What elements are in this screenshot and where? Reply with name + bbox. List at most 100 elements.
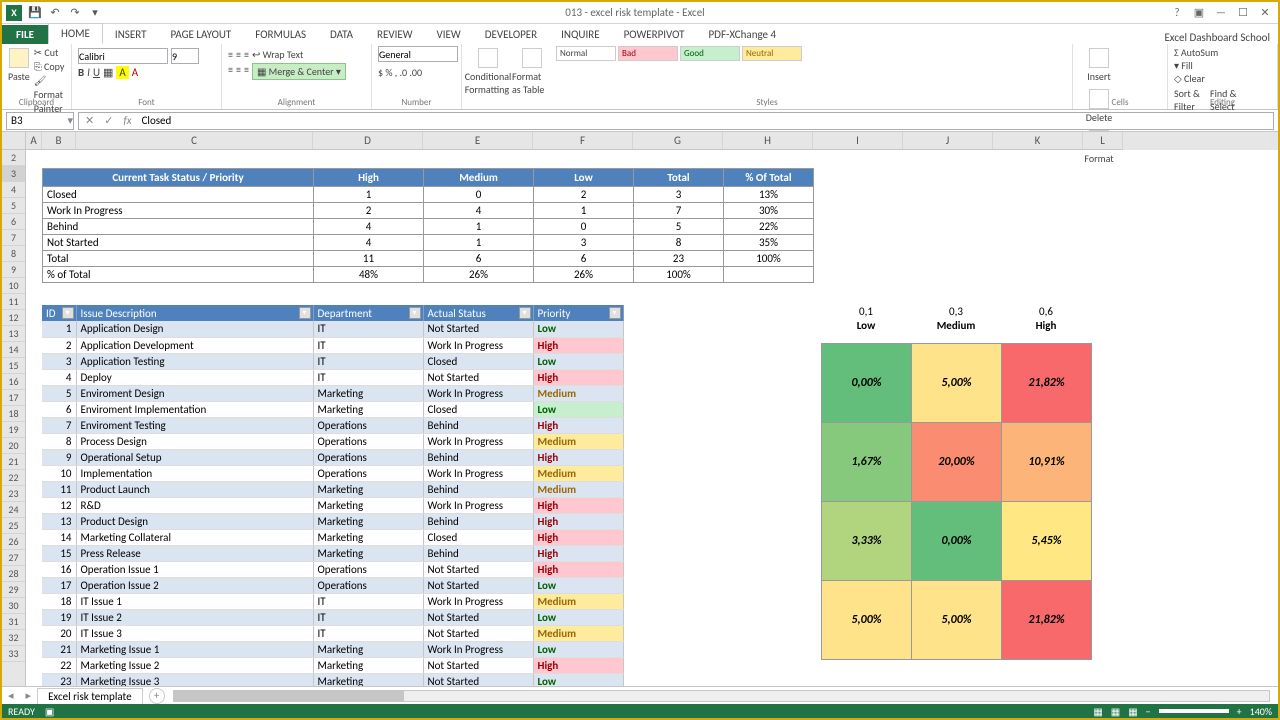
table-row[interactable]: 4DeployITNot StartedHigh — [42, 369, 623, 385]
table-row[interactable]: 12R&DMarketingWork In ProgressHigh — [42, 497, 623, 513]
view-layout-icon[interactable]: ▦ — [1111, 705, 1120, 718]
table-row[interactable]: 14Marketing CollateralMarketingClosedHig… — [42, 529, 623, 545]
number-format-select[interactable] — [378, 46, 458, 62]
ribbon-tab-view[interactable]: VIEW — [425, 25, 473, 44]
fill-button[interactable]: ▾ Fill — [1174, 59, 1271, 72]
qat-dropdown-icon[interactable]: ▾ — [88, 6, 102, 20]
align-right-icon[interactable]: ≡ — [244, 63, 249, 80]
table-row[interactable]: 1Application DesignITNot StartedLow — [42, 321, 623, 337]
table-row[interactable]: 22Marketing Issue 2MarketingNot StartedH… — [42, 657, 623, 673]
ribbon-tab-page-layout[interactable]: PAGE LAYOUT — [158, 25, 243, 44]
ribbon-tab-powerpivot[interactable]: POWERPIVOT — [612, 25, 697, 44]
table-row[interactable]: 11Product LaunchMarketingBehindMedium — [42, 481, 623, 497]
school-link[interactable]: Excel Dashboard School — [1164, 31, 1278, 44]
horizontal-scrollbar[interactable] — [173, 690, 1270, 702]
filter-dropdown-icon[interactable]: ▾ — [62, 307, 74, 319]
ribbon-tab-formulas[interactable]: FORMULAS — [243, 25, 318, 44]
zoom-in-icon[interactable]: + — [1237, 705, 1242, 718]
cond-format-button[interactable]: Conditional Formatting — [468, 46, 508, 96]
formula-input[interactable]: Closed — [142, 114, 172, 127]
ribbon-tab-developer[interactable]: DEVELOPER — [473, 25, 549, 44]
sheet-nav-prev-icon[interactable]: ◂ — [2, 689, 20, 702]
table-row[interactable]: 19IT Issue 2ITNot StartedLow — [42, 609, 623, 625]
dec-decimal-icon[interactable]: .00 — [409, 66, 422, 79]
sheet-tab[interactable]: Excel risk template — [37, 688, 143, 704]
ribbon-tab-data[interactable]: DATA — [318, 25, 365, 44]
style-normal[interactable]: Normal — [556, 46, 616, 61]
ribbon-display-icon[interactable]: ▣ — [1190, 6, 1208, 19]
table-row[interactable]: 10ImplementationOperationsWork In Progre… — [42, 465, 623, 481]
clear-button[interactable]: ◇ Clear — [1174, 72, 1271, 85]
style-good[interactable]: Good — [680, 46, 740, 61]
table-row[interactable]: 16Operation Issue 1OperationsNot Started… — [42, 561, 623, 577]
copy-button[interactable]: ⎘ Copy — [34, 60, 65, 74]
zoom-out-icon[interactable]: − — [1146, 705, 1151, 718]
minimize-icon[interactable]: — — [1212, 6, 1230, 19]
row-headers[interactable]: 2345678910111213141516171819202122232425… — [2, 150, 26, 690]
table-row[interactable]: 21Marketing Issue 1MarketingWork In Prog… — [42, 641, 623, 657]
view-break-icon[interactable]: ▦ — [1128, 705, 1137, 718]
align-top-icon[interactable]: ≡ — [228, 48, 233, 61]
table-row[interactable]: 15Press ReleaseMarketingBehindHigh — [42, 545, 623, 561]
style-neutral[interactable]: Neutral — [742, 46, 802, 61]
font-name-input[interactable] — [78, 48, 168, 64]
filter-dropdown-icon[interactable]: ▾ — [299, 307, 311, 319]
zoom-slider[interactable] — [1159, 709, 1229, 713]
help-icon[interactable]: ? — [1168, 6, 1186, 19]
filter-dropdown-icon[interactable]: ▾ — [409, 307, 421, 319]
align-left-icon[interactable]: ≡ — [228, 63, 233, 80]
cancel-icon[interactable]: ✕ — [85, 114, 94, 127]
font-color-button[interactable]: A — [132, 66, 138, 79]
ribbon-tab-inquire[interactable]: INQUIRE — [549, 25, 611, 44]
maximize-icon[interactable]: ☐ — [1234, 6, 1252, 19]
sheet-nav-next-icon[interactable]: ▸ — [20, 689, 38, 702]
ribbon-tab-home[interactable]: HOME — [48, 23, 103, 44]
align-center-icon[interactable]: ≡ — [236, 63, 241, 80]
fx-icon[interactable]: fx — [123, 114, 131, 127]
table-row[interactable]: 20IT Issue 3ITNot StartedMedium — [42, 625, 623, 641]
font-size-input[interactable] — [171, 48, 199, 64]
align-bot-icon[interactable]: ≡ — [244, 48, 249, 61]
table-row[interactable]: 6Enviroment ImplementationMarketingClose… — [42, 401, 623, 417]
format-painter-button[interactable]: 🖌 Format Painter — [34, 74, 65, 116]
table-row[interactable]: 7Enviroment TestingOperationsBehindHigh — [42, 417, 623, 433]
bold-button[interactable]: B — [78, 66, 84, 79]
format-table-button[interactable]: Format as Table — [512, 46, 552, 96]
table-row[interactable]: 18IT Issue 1ITWork In ProgressMedium — [42, 593, 623, 609]
undo-icon[interactable]: ↶ — [48, 6, 62, 20]
cut-button[interactable]: ✂ Cut — [34, 46, 65, 60]
close-icon[interactable]: ✕ — [1256, 6, 1274, 19]
zoom-level[interactable]: 140% — [1250, 705, 1272, 718]
redo-icon[interactable]: ↷ — [68, 6, 82, 20]
table-row[interactable]: 17Operation Issue 2OperationsNot Started… — [42, 577, 623, 593]
underline-button[interactable]: U — [93, 66, 100, 79]
italic-button[interactable]: I — [87, 66, 90, 79]
wrap-text-button[interactable]: ↩ Wrap Text — [252, 48, 303, 61]
view-normal-icon[interactable]: ▦ — [1093, 705, 1102, 718]
filter-dropdown-icon[interactable]: ▾ — [609, 307, 621, 319]
ribbon-tab-review[interactable]: REVIEW — [365, 25, 425, 44]
table-row[interactable]: 13Product DesignMarketingBehindHigh — [42, 513, 623, 529]
currency-icon[interactable]: $ — [378, 66, 383, 79]
autosum-button[interactable]: Σ AutoSum — [1174, 46, 1271, 59]
percent-icon[interactable]: % — [385, 66, 392, 79]
merge-center-button[interactable]: ▦ Merge & Center ▾ — [252, 63, 346, 80]
fill-color-button[interactable]: A — [116, 66, 128, 79]
table-row[interactable]: 5Enviroment DesignMarketingWork In Progr… — [42, 385, 623, 401]
column-headers[interactable]: ABCDEFGHIJKL — [26, 132, 1278, 150]
macro-record-icon[interactable]: ▣ — [45, 705, 54, 718]
border-button[interactable]: ▦ — [103, 66, 113, 79]
style-bad[interactable]: Bad — [618, 46, 678, 61]
enter-icon[interactable]: ✓ — [104, 114, 113, 127]
ribbon-tab-insert[interactable]: INSERT — [103, 25, 159, 44]
add-sheet-button[interactable]: + — [149, 688, 165, 704]
ribbon-tab-pdf-xchange-4[interactable]: PDF-XChange 4 — [697, 25, 789, 44]
table-row[interactable]: 8Process DesignOperationsWork In Progres… — [42, 433, 623, 449]
comma-icon[interactable]: , — [395, 66, 398, 79]
save-icon[interactable]: 💾 — [28, 6, 42, 20]
table-row[interactable]: 9Operational SetupOperationsBehindHigh — [42, 449, 623, 465]
insert-button[interactable]: Insert — [1079, 46, 1119, 83]
ribbon-tab-file[interactable]: FILE — [2, 25, 48, 44]
align-mid-icon[interactable]: ≡ — [236, 48, 241, 61]
table-row[interactable]: 3Application TestingITClosedLow — [42, 353, 623, 369]
